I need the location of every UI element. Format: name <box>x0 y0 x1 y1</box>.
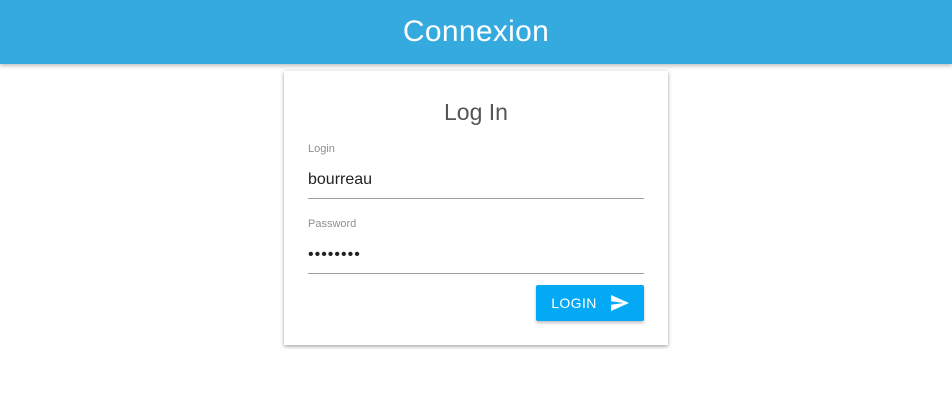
login-button-label: LOGIN <box>551 295 597 311</box>
app-bar: Connexion <box>0 0 952 64</box>
login-label: Login <box>308 143 335 155</box>
password-input[interactable] <box>308 243 644 274</box>
app-title: Connexion <box>402 15 550 48</box>
login-field-group: Login <box>308 143 644 199</box>
send-icon <box>610 295 629 311</box>
login-input[interactable] <box>308 168 644 199</box>
login-card: Log In Login Password LOGIN <box>284 71 668 345</box>
login-button[interactable]: LOGIN <box>536 285 644 321</box>
password-field-group: Password <box>308 218 644 274</box>
card-title: Log In <box>444 99 508 125</box>
password-label: Password <box>308 218 357 230</box>
